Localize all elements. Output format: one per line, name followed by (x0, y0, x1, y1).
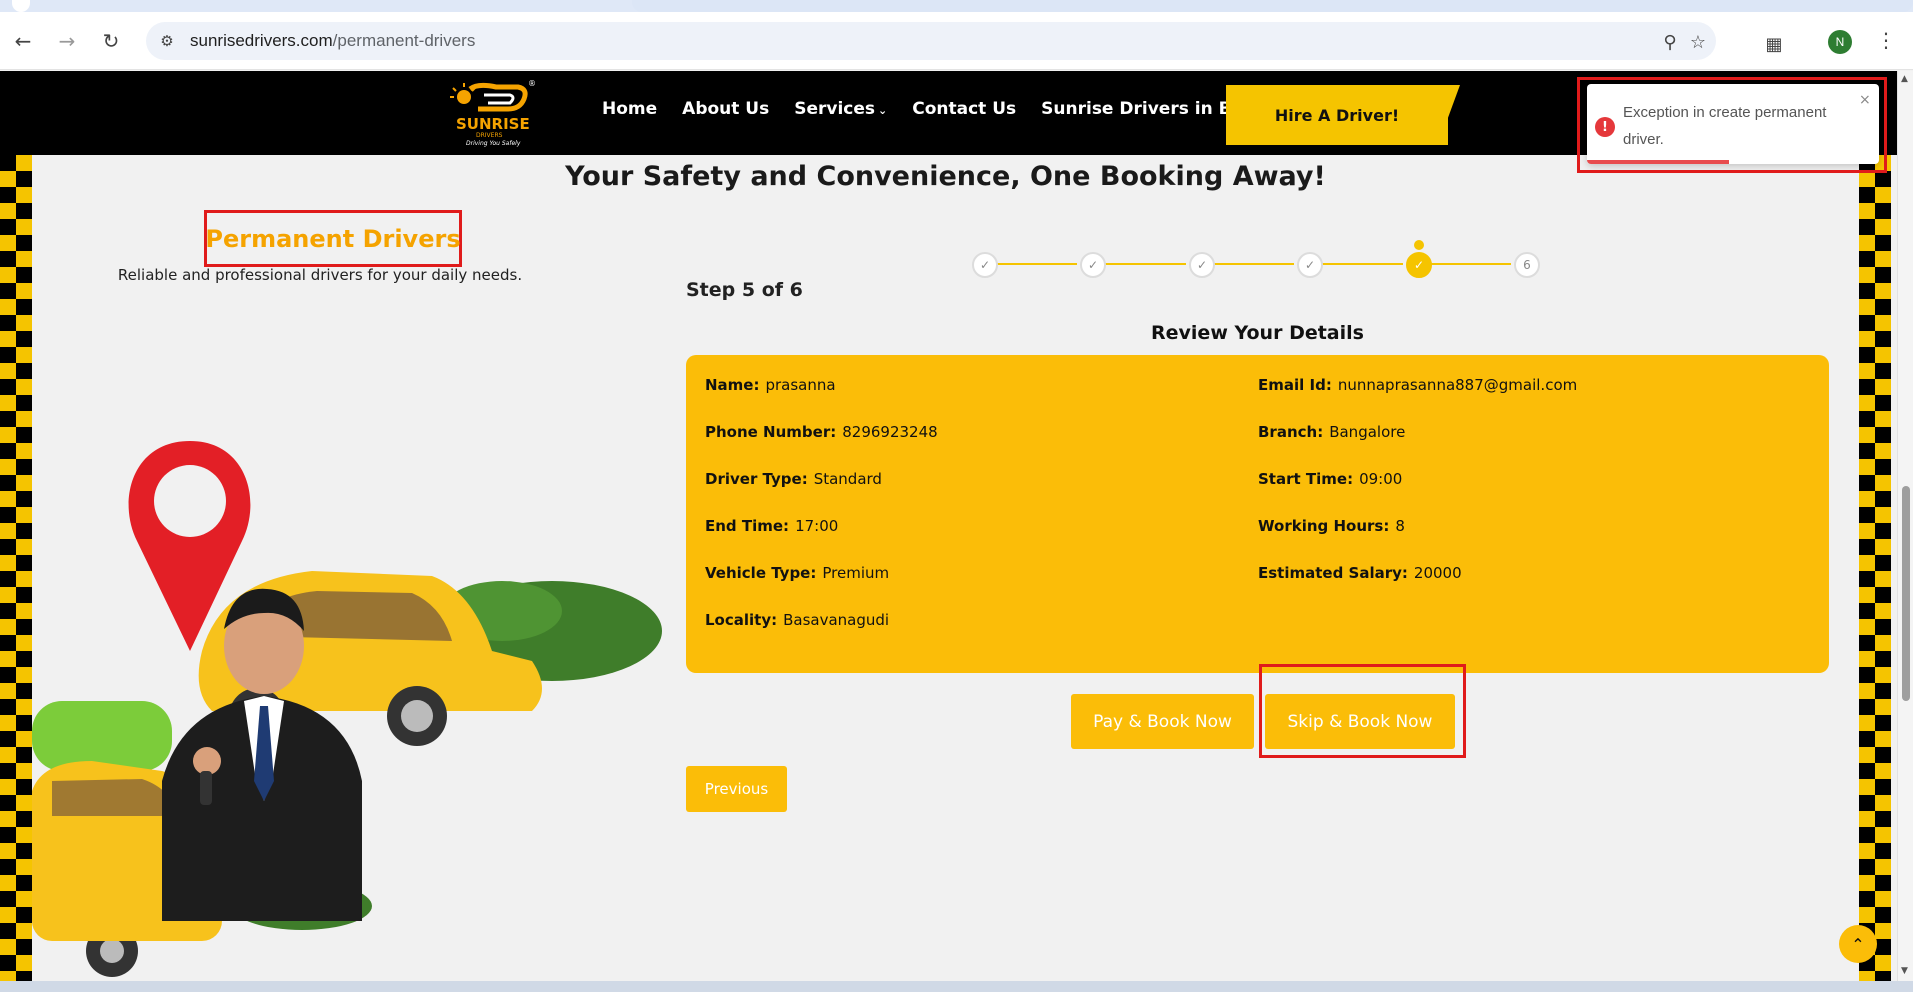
detail-end-time: End Time: 17:00 (705, 517, 839, 535)
step-3[interactable]: ✓ (1189, 252, 1215, 278)
detail-driver-type: Driver Type: Standard (705, 470, 882, 488)
star-icon[interactable]: ☆ (1686, 30, 1710, 54)
scroll-up-icon[interactable]: ▲ (1901, 74, 1908, 84)
detail-start-time: Start Time: 09:00 (1258, 470, 1403, 488)
detail-locality: Locality: Basavanagudi (705, 611, 890, 629)
scrollbar-thumb[interactable] (1902, 486, 1910, 701)
browser-toolbar: ← → ↻ ⚙ sunrisedrivers.com/permanent-dri… (0, 12, 1913, 70)
detail-estimated-salary: Estimated Salary: 20000 (1258, 564, 1462, 582)
previous-button[interactable]: Previous (686, 766, 787, 812)
zoom-icon[interactable]: ⚲ (1658, 30, 1682, 54)
driver-cars-illustration (32, 441, 662, 977)
browser-bottom-bar (0, 981, 1913, 992)
detail-phone: Phone Number: 8296923248 (705, 423, 938, 441)
service-title: Permanent Drivers (205, 225, 461, 253)
step-connector (1214, 263, 1294, 265)
step-connector (997, 263, 1077, 265)
check-icon: ✓ (1087, 258, 1099, 272)
checker-border-left (0, 155, 32, 981)
step-2[interactable]: ✓ (1080, 252, 1106, 278)
logo-reg: ® (528, 79, 536, 88)
browser-tab-active[interactable] (632, 0, 1913, 12)
slash-decoration-icon (1426, 85, 1460, 145)
step-number: 6 (1523, 258, 1531, 272)
browser-tabstrip (0, 0, 1913, 12)
chevron-down-icon: ⌄ (878, 104, 888, 117)
hire-driver-button[interactable]: Hire A Driver! (1226, 85, 1448, 145)
puzzle-icon[interactable]: ▦ (1762, 32, 1786, 56)
sunrise-logo[interactable]: ® SUNRISE DRIVERS Driving You Safely (448, 79, 536, 149)
service-subtitle: Reliable and professional drivers for yo… (117, 266, 523, 284)
logo-sun-icon (450, 82, 528, 112)
step-connector (1105, 263, 1186, 265)
chevron-up-icon: ⌃ (1851, 934, 1865, 954)
annotation-highlight (1259, 664, 1466, 758)
nav-contact-us[interactable]: Contact Us (912, 99, 1016, 119)
detail-name: Name: prasanna (705, 376, 836, 394)
url-text[interactable]: sunrisedrivers.com/permanent-drivers (190, 31, 475, 51)
browser-tab[interactable] (12, 0, 30, 12)
annotation-highlight (1577, 77, 1887, 173)
detail-vehicle-type: Vehicle Type: Premium (705, 564, 890, 582)
back-to-top-button[interactable]: ⌃ (1839, 925, 1877, 963)
current-step-indicator (1414, 240, 1424, 250)
step-connector (1431, 263, 1511, 265)
step-5[interactable]: ✓ (1406, 252, 1432, 278)
detail-working-hours: Working Hours: 8 (1258, 517, 1405, 535)
arrow-right-icon[interactable]: → (52, 26, 82, 56)
step-connector (1322, 263, 1403, 265)
checker-border-right (1859, 155, 1891, 981)
review-title: Review Your Details (1151, 322, 1364, 344)
nav-services[interactable]: Services ⌄ (794, 99, 887, 119)
check-icon: ✓ (979, 258, 991, 272)
logo-word: SUNRISE (456, 115, 530, 133)
scroll-down-icon[interactable]: ▼ (1901, 966, 1908, 976)
check-icon: ✓ (1413, 258, 1425, 272)
reload-icon[interactable]: ↻ (96, 26, 126, 56)
check-icon: ✓ (1196, 258, 1208, 272)
kebab-icon[interactable]: ⋮ (1876, 28, 1896, 52)
pay-and-book-button[interactable]: Pay & Book Now (1071, 694, 1254, 749)
logo-tagline: Driving You Safely (466, 140, 521, 147)
address-bar[interactable]: ⚙ sunrisedrivers.com/permanent-drivers ⚲… (146, 22, 1716, 60)
nav-home[interactable]: Home (602, 99, 657, 119)
detail-branch: Branch: Bangalore (1258, 423, 1406, 441)
progress-stepper: ✓ ✓ ✓ ✓ ✓ 6 (972, 240, 1542, 279)
nav-about-us[interactable]: About Us (682, 99, 769, 119)
review-details-card: Name: prasanna Phone Number: 8296923248 Dr… (686, 355, 1829, 673)
detail-email: Email Id: nunnaprasanna887@gmail.com (1258, 376, 1578, 394)
page-scrollbar[interactable]: ▲ ▼ (1897, 71, 1913, 981)
avatar[interactable]: N (1828, 30, 1852, 54)
tune-icon[interactable]: ⚙ (156, 30, 178, 52)
step-4[interactable]: ✓ (1297, 252, 1323, 278)
step-6[interactable]: 6 (1514, 252, 1540, 278)
step-label: Step 5 of 6 (686, 279, 803, 301)
step-1[interactable]: ✓ (972, 252, 998, 278)
check-icon: ✓ (1304, 258, 1316, 272)
page-viewport: ® SUNRISE DRIVERS Driving You Safely Hom… (0, 71, 1897, 981)
arrow-left-icon[interactable]: ← (8, 26, 38, 56)
logo-sub: DRIVERS (476, 132, 503, 139)
